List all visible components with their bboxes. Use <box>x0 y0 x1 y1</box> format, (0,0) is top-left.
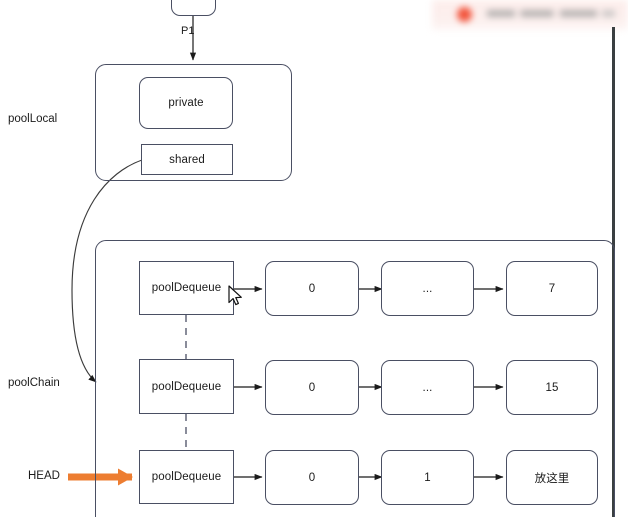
mouse-cursor-icon <box>228 285 242 306</box>
poollocal-shared-box[interactable]: shared <box>141 144 233 175</box>
poolchain-row3-cell-0[interactable]: 0 <box>265 450 359 505</box>
label-poolchain: poolChain <box>8 377 60 389</box>
process-node-p1[interactable] <box>171 0 216 16</box>
poolchain-row1-cell-1[interactable]: ... <box>381 261 474 316</box>
poollocal-private-box[interactable]: private <box>139 77 233 129</box>
poolchain-row1-cell-0[interactable]: 0 <box>265 261 359 316</box>
banner-status-dot <box>457 7 472 22</box>
banner-blurred-text <box>487 10 615 17</box>
poolchain-row1-cell-2[interactable]: 7 <box>506 261 598 316</box>
poolchain-row2-cell-0[interactable]: 0 <box>265 360 359 415</box>
poolchain-row2-cell-2[interactable]: 15 <box>506 360 598 415</box>
notification-banner <box>432 0 628 30</box>
edge-label-p1: P1 <box>181 25 195 37</box>
label-poollocal: poolLocal <box>8 113 58 125</box>
poolchain-row3-cell-2[interactable]: 放这里 <box>506 450 598 505</box>
label-head: HEAD <box>28 470 60 482</box>
poolchain-row1-dequeue[interactable]: poolDequeue <box>139 261 234 315</box>
diagram-canvas: P1 poolLocal private shared poolChain HE… <box>0 0 628 517</box>
poolchain-row3-dequeue[interactable]: poolDequeue <box>139 450 234 504</box>
poolchain-row3-cell-1[interactable]: 1 <box>381 450 474 505</box>
poolchain-row2-dequeue[interactable]: poolDequeue <box>139 359 234 414</box>
poolchain-row2-cell-1[interactable]: ... <box>381 360 474 415</box>
